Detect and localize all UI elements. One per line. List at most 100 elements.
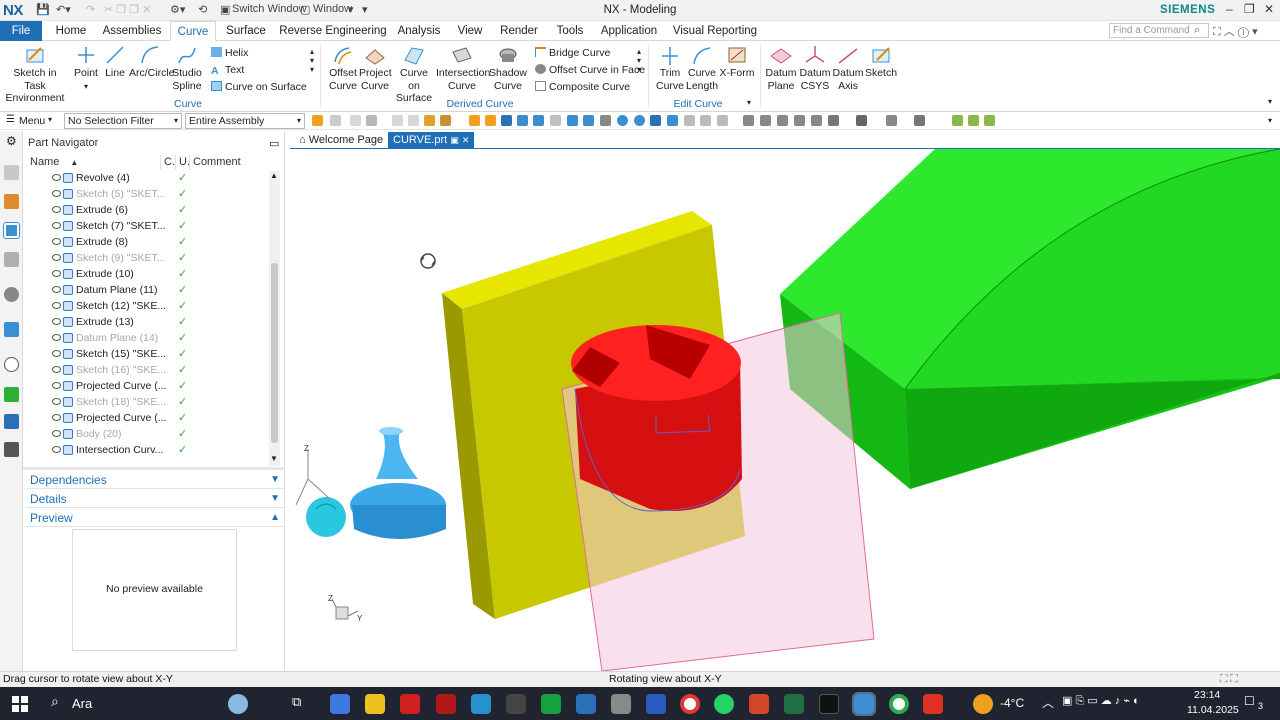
offset-curve-in-face-button[interactable]: Offset Curve in Face xyxy=(535,64,645,76)
studio-spline-button[interactable]: Studio Spline xyxy=(172,44,202,92)
tab-welcome-page[interactable]: ⌂ Welcome Page xyxy=(294,132,388,149)
snap-icon-8[interactable] xyxy=(600,115,611,126)
tab-menu-icon[interactable]: ▣ xyxy=(450,135,459,145)
arc-circle-button[interactable]: Arc/Circle xyxy=(129,44,175,80)
windows-start-icon[interactable] xyxy=(12,696,28,712)
visibility-eye-icon[interactable] xyxy=(52,446,61,453)
app-icon-x5[interactable] xyxy=(506,694,526,714)
project-curve-button[interactable]: Project Curve xyxy=(359,44,392,92)
web-browser-icon[interactable] xyxy=(4,322,19,337)
helix-button[interactable]: Helix xyxy=(211,47,248,59)
chrome-icon[interactable] xyxy=(680,694,700,714)
navigator-scrollbar[interactable]: ▲ ▼ xyxy=(269,171,280,466)
x-form-button[interactable]: X-Form xyxy=(719,44,755,80)
table-row[interactable]: Revolve (4) ✓ xyxy=(23,170,268,186)
close-tab-icon[interactable]: ✕ xyxy=(462,135,470,145)
chrome-profile-icon[interactable] xyxy=(889,694,909,714)
dependencies-section[interactable]: Dependencies ▼ xyxy=(26,471,284,489)
visibility-eye-icon[interactable] xyxy=(52,222,61,229)
curve-length-button[interactable]: Curve Length xyxy=(686,44,718,92)
app-icon-c[interactable] xyxy=(541,694,561,714)
tab-analysis[interactable]: Analysis xyxy=(394,21,444,41)
offset-curve-button[interactable]: Offset Curve xyxy=(326,44,360,92)
settings-gear-icon[interactable]: ⚙ xyxy=(6,134,17,148)
table-row[interactable]: Sketch (12) "SKE... ✓ xyxy=(23,298,268,314)
app-icon-tool[interactable] xyxy=(611,694,631,714)
reuse-library-icon[interactable] xyxy=(4,252,19,267)
select-type-icon[interactable] xyxy=(366,115,377,126)
blue-vase-part[interactable] xyxy=(306,427,446,539)
customize-chevron-icon[interactable]: ▾ xyxy=(362,3,368,16)
details-section[interactable]: Details ▼ xyxy=(26,490,284,508)
save-icon[interactable]: 💾 xyxy=(36,3,50,16)
minimize-button[interactable]: – xyxy=(1226,2,1233,16)
tab-render[interactable]: Render xyxy=(496,21,542,41)
tray-icons[interactable]: ▣ ⎘ ▭ ☁ ♪ ⌁ ◐ xyxy=(1062,694,1140,708)
snap-icon-1[interactable] xyxy=(392,115,403,126)
tab-assemblies[interactable]: Assemblies xyxy=(100,21,164,41)
history-clock-icon[interactable] xyxy=(4,357,19,372)
snap-icon-4[interactable] xyxy=(440,115,451,126)
redo-icon[interactable]: ↷ xyxy=(86,3,95,16)
panel-splitter[interactable] xyxy=(23,467,285,470)
tab-reverse-engineering[interactable]: Reverse Engineering xyxy=(278,21,388,41)
table-row[interactable]: Intersection Curv... ✓ xyxy=(23,442,268,458)
tab-file[interactable]: File xyxy=(0,21,42,41)
sketch-button[interactable]: Sketch xyxy=(864,44,898,80)
assembly-scope-dropdown[interactable]: Entire Assembly ▾ xyxy=(185,113,305,129)
table-row[interactable]: Sketch (7) "SKET... ✓ xyxy=(23,218,268,234)
column-header-c[interactable]: C. xyxy=(161,155,176,170)
curve-gallery-chevron-icon[interactable]: ▴ ▾ ▾ xyxy=(310,47,314,74)
tab-tools[interactable]: Tools xyxy=(550,21,590,41)
snap-icon-10[interactable] xyxy=(634,115,645,126)
line-button[interactable]: Line xyxy=(102,44,128,80)
text-button[interactable]: A Text xyxy=(211,64,244,77)
part-navigator-icon[interactable] xyxy=(3,222,20,239)
visibility-eye-icon[interactable] xyxy=(52,414,61,421)
roles-icon[interactable] xyxy=(4,414,19,429)
view-icon-5[interactable] xyxy=(811,115,822,126)
display-icon[interactable] xyxy=(886,115,897,126)
snap-center-icon[interactable] xyxy=(501,115,512,126)
solidworks-2021-icon[interactable] xyxy=(436,694,456,714)
datum-csys-button[interactable]: Datum CSYS xyxy=(798,44,832,92)
undo-icon[interactable]: ↶▾ xyxy=(56,3,71,16)
hd3d-tools-icon[interactable] xyxy=(4,287,19,302)
derived-gallery-chevron-icon[interactable]: ▴ ▾ ▾ xyxy=(637,47,641,74)
visibility-eye-icon[interactable] xyxy=(52,382,61,389)
table-row[interactable]: Sketch (5) "SKET... ✓ xyxy=(23,186,268,202)
intersection-curve-button[interactable]: Intersection Curve xyxy=(436,44,490,92)
word-icon[interactable] xyxy=(646,694,666,714)
view-icon-2[interactable] xyxy=(760,115,771,126)
table-row[interactable]: Datum Plane (14) ✓ xyxy=(23,330,268,346)
preview-section[interactable]: Preview ▲ xyxy=(26,509,284,527)
table-row[interactable]: Body (20) ✓ xyxy=(23,426,268,442)
red-cylinder-body[interactable] xyxy=(571,325,742,512)
snap-icon-11[interactable] xyxy=(650,115,661,126)
whatsapp-icon[interactable] xyxy=(714,694,734,714)
powerpoint-icon[interactable] xyxy=(749,694,769,714)
snap-icon-9[interactable] xyxy=(617,115,628,126)
snap-midpoint-icon[interactable] xyxy=(485,115,496,126)
snap-icon-15[interactable] xyxy=(717,115,728,126)
tab-application[interactable]: Application xyxy=(597,21,661,41)
solidworks-icon[interactable] xyxy=(400,694,420,714)
visibility-eye-icon[interactable] xyxy=(52,334,61,341)
status-icons[interactable]: ⛶ ⛶ xyxy=(1220,672,1238,687)
tab-home[interactable]: Home xyxy=(49,21,93,41)
visibility-eye-icon[interactable] xyxy=(52,254,61,261)
visibility-eye-icon[interactable] xyxy=(52,318,61,325)
table-row[interactable]: Sketch (18) "SKE... ✓ xyxy=(23,394,268,410)
nx-taskbar-icon[interactable] xyxy=(852,692,876,716)
repeat-command-icon[interactable]: ⚙▾ xyxy=(170,3,185,16)
draw-icon-1[interactable] xyxy=(952,115,963,126)
visibility-eye-icon[interactable] xyxy=(52,190,61,197)
tab-curve[interactable]: Curve xyxy=(170,21,216,41)
view-icon-1[interactable] xyxy=(743,115,754,126)
clock-date[interactable]: 11.04.2025 xyxy=(1187,704,1239,716)
snap-icon-14[interactable] xyxy=(700,115,711,126)
tab-view[interactable]: View xyxy=(452,21,488,41)
file-explorer-icon[interactable] xyxy=(365,694,385,714)
visibility-eye-icon[interactable] xyxy=(52,174,61,181)
snap-icon-13[interactable] xyxy=(684,115,695,126)
